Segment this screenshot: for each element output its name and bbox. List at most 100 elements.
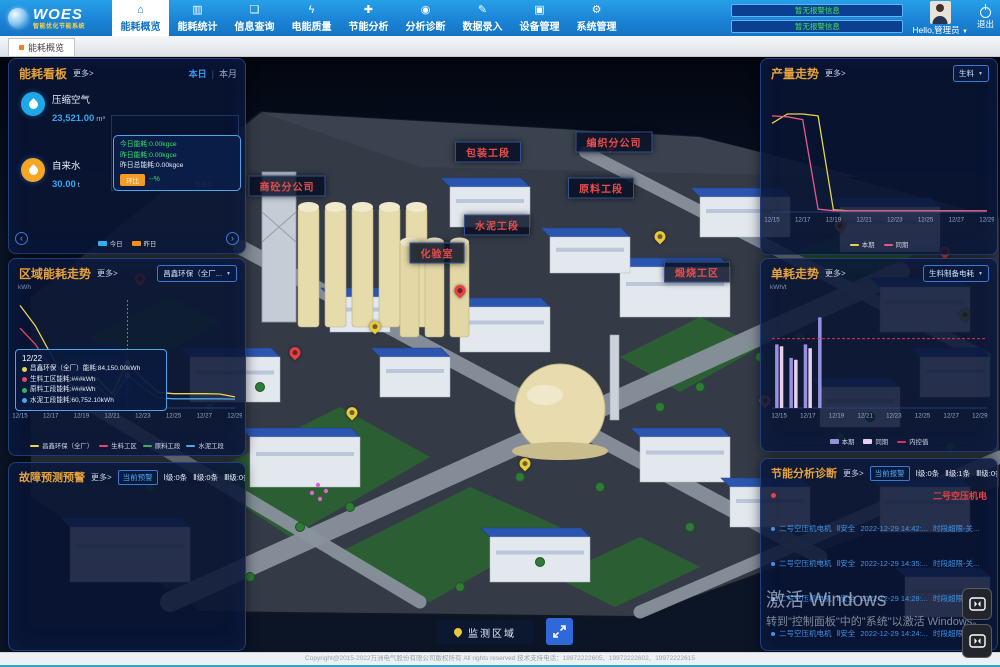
app-title: WOES xyxy=(33,7,85,22)
svg-text:12/23: 12/23 xyxy=(135,413,151,420)
tooltip-date: 12/22 xyxy=(22,354,160,363)
panel-production-trend: 产量走势 更多> 生料 ▼ 12/1512/1712/1912/2112/231… xyxy=(760,58,998,255)
menu-item[interactable]: ▥ 能耗统计 xyxy=(169,0,226,36)
app-subtitle: 智能优化节能系统 xyxy=(33,24,85,30)
map-area-label[interactable]: 煅烧工区 xyxy=(664,261,730,282)
energy-item-unit: m³ xyxy=(96,114,105,123)
svg-text:12/19: 12/19 xyxy=(826,217,842,224)
menu-item-icon: ◉ xyxy=(421,4,431,17)
monitor-region-label: 监测区域 xyxy=(468,625,516,640)
menu-item[interactable]: ⌂ 能耗概览 xyxy=(112,0,169,36)
more-link[interactable]: 更多> xyxy=(843,468,864,479)
range-tab-month[interactable]: 本月 xyxy=(219,67,237,80)
menu-item[interactable]: ✎ 数据录入 xyxy=(454,0,511,36)
panel-title: 产量走势 xyxy=(771,65,819,82)
map-area-label[interactable]: 编织分公司 xyxy=(576,132,653,153)
fullscreen-button[interactable] xyxy=(546,618,573,645)
svg-text:12/25: 12/25 xyxy=(915,413,931,420)
svg-text:12/27: 12/27 xyxy=(943,413,959,420)
series-dot xyxy=(22,398,27,403)
unit-consumption-legend: 本期 同期 内控值 xyxy=(761,437,997,446)
alarm-list-item[interactable]: 二号空压机电机 Ⅱ安全 2022-12-29 14:24:... 时段超限-..… xyxy=(771,616,989,651)
svg-text:12/21: 12/21 xyxy=(857,413,873,420)
user-menu[interactable]: Hello,管理员 ▼ xyxy=(912,1,968,35)
alarm-list-item[interactable]: 二号空压机电机 Ⅱ安全 2022-12-29 14:42:... 时段超限-关.… xyxy=(771,511,989,546)
menu-item-label: 分析诊断 xyxy=(406,18,446,33)
svg-text:12/23: 12/23 xyxy=(886,413,902,420)
fullscreen-icon xyxy=(552,624,567,639)
app-root: WOES 智能优化节能系统 ⌂ 能耗概览 ▥ 能耗统计 ❏ 信息查询 xyxy=(0,0,1000,667)
map-area-label[interactable]: 包装工段 xyxy=(455,142,521,163)
legend-swatch xyxy=(850,244,859,246)
alarm-list-item[interactable]: 二号空压机电机 Ⅱ安全 2022-12-29 14:35:... 时段超限-关.… xyxy=(771,546,989,581)
menu-item[interactable]: ▣ 设备管理 xyxy=(511,0,568,36)
screen-clip-app-button[interactable] xyxy=(962,588,992,620)
list-bullet xyxy=(771,632,775,636)
product-selector[interactable]: 生料 ▼ xyxy=(953,65,989,82)
energy-item[interactable]: 压缩空气 23,521.00m³ xyxy=(19,89,115,149)
alarm-marquee: 二号空压机电 xyxy=(771,489,987,502)
map-area-label[interactable]: 水泥工段 xyxy=(464,214,530,235)
legend-item: 生料工区 xyxy=(99,441,137,450)
svg-text:12/19: 12/19 xyxy=(829,413,845,420)
tab-marker xyxy=(19,45,24,50)
menu-item[interactable]: ✚ 节能分析 xyxy=(340,0,397,36)
map-area-label[interactable]: 原料工段 xyxy=(568,177,634,198)
alarm-device: 二号空压机电机 xyxy=(779,594,832,603)
legend-swatch xyxy=(99,445,108,447)
legend-label: 水泥工段 xyxy=(198,441,224,450)
alarm-device: 二号空压机电机 xyxy=(779,524,832,533)
svg-text:12/29: 12/29 xyxy=(972,413,988,420)
monitor-region-button[interactable]: 监测区域 xyxy=(437,620,533,644)
alarm-list-item[interactable]: 二号空压机电机 Ⅱ安全 2022-12-29 14:28:... 时段超限-关.… xyxy=(771,581,989,616)
map-area-label[interactable]: 化验室 xyxy=(410,242,465,263)
droplet-icon xyxy=(27,98,40,111)
production-chart: 12/1512/1712/1912/2112/2312/2512/2712/29 xyxy=(764,93,994,225)
alarm-ticker-2: 暂无报警信息 xyxy=(731,20,903,33)
panel-title: 故障预测预警 xyxy=(19,469,85,485)
chevron-down-icon: ▼ xyxy=(978,271,983,277)
chevron-down-icon: ▼ xyxy=(226,271,231,277)
panel-unit-consumption: 单耗走势 更多> 生料制备电耗 ▼ kWh/t 12/1512/1712/191… xyxy=(760,258,998,452)
energy-board-tooltip: 今日能耗:0.00kgce 昨日能耗:0.00kgce 昨日总能耗:0.00kg… xyxy=(113,135,241,191)
menu-item[interactable]: ϟ 电能质量 xyxy=(283,0,340,36)
legend-label: 本期 xyxy=(842,437,855,446)
menu-item[interactable]: ❏ 信息查询 xyxy=(226,0,283,36)
more-link[interactable]: 更多> xyxy=(91,472,112,483)
current-warning-badge[interactable]: 当前预警 xyxy=(118,470,158,485)
avatar xyxy=(930,1,951,24)
menu-item-label: 数据录入 xyxy=(463,18,503,33)
region-selector[interactable]: 昌鑫环保（全厂... ▼ xyxy=(157,265,237,282)
svg-text:12/21: 12/21 xyxy=(104,413,120,420)
menu-item-icon: ❏ xyxy=(250,4,260,17)
top-navbar: WOES 智能优化节能系统 ⌂ 能耗概览 ▥ 能耗统计 ❏ 信息查询 xyxy=(0,0,1000,36)
more-link[interactable]: 更多> xyxy=(825,268,846,279)
more-link[interactable]: 更多> xyxy=(73,68,94,79)
logout-label: 退出 xyxy=(977,20,994,29)
current-alarm-badge[interactable]: 当前报警 xyxy=(870,466,910,481)
menu-item-icon: ▥ xyxy=(192,4,202,17)
logout-button[interactable]: 退出 xyxy=(977,7,994,29)
energy-item[interactable]: 自来水 30.00t xyxy=(19,155,115,215)
tab-energy-overview[interactable]: 能耗概览 xyxy=(8,38,75,56)
legend-item: 同期 xyxy=(884,240,909,249)
range-tab-today[interactable]: 本日 xyxy=(189,67,207,80)
svg-text:12/29: 12/29 xyxy=(979,217,994,224)
alarm-level-count: Ⅲ级:0条 xyxy=(976,468,998,479)
clip-app-icon xyxy=(969,597,986,611)
panel-title: 区域能耗走势 xyxy=(19,265,91,282)
legend-swatch xyxy=(98,241,107,246)
series-dot xyxy=(22,367,27,372)
menu-item[interactable]: ⚙ 系统管理 xyxy=(568,0,625,36)
screen-record-app-button[interactable] xyxy=(962,624,992,658)
map-area-label[interactable]: 商砼分公司 xyxy=(249,176,326,197)
menu-item[interactable]: ◉ 分析诊断 xyxy=(397,0,454,36)
consumption-type-selector[interactable]: 生料制备电耗 ▼ xyxy=(923,265,989,282)
legend-swatch xyxy=(143,445,152,447)
alarm-marquee-text: 二号空压机电 xyxy=(933,489,987,502)
legend-label: 昨日 xyxy=(144,239,157,248)
more-link[interactable]: 更多> xyxy=(825,68,846,79)
alarm-time: 2022-12-29 14:24:... xyxy=(860,629,928,638)
main-area: 商砼分公司 包装工段 编织分公司 原料工段 水泥工段 化验室 煅烧工区 能耗看板… xyxy=(0,57,1000,652)
more-link[interactable]: 更多> xyxy=(97,268,118,279)
